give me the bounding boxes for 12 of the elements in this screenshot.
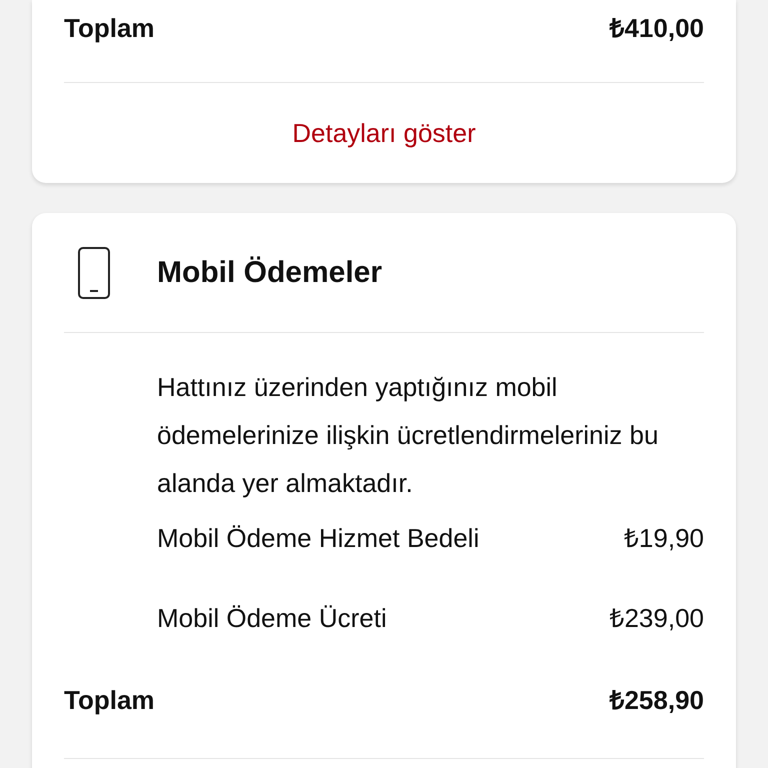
charge-amount: ₺239,00 [609,602,704,635]
charge-amount: ₺19,90 [624,522,704,555]
total-amount: ₺410,00 [609,12,704,45]
section-title: Mobil Ödemeler [157,254,382,290]
section-description: Hattınız üzerinden yaptığınız mobil ödemelerinize ilişkin ücretlendirmeleriniz bu alanda yer almaktadır. [157,371,660,500]
show-details-link[interactable]: Detayları göster [292,113,476,153]
total-label: Toplam [64,684,155,717]
total-amount: ₺258,90 [609,684,704,717]
charge-label: Mobil Ödeme Ücreti [157,602,387,635]
total-label: Toplam [64,12,155,45]
charge-label: Mobil Ödeme Hizmet Bedeli [157,522,480,555]
phone-icon [78,246,110,298]
